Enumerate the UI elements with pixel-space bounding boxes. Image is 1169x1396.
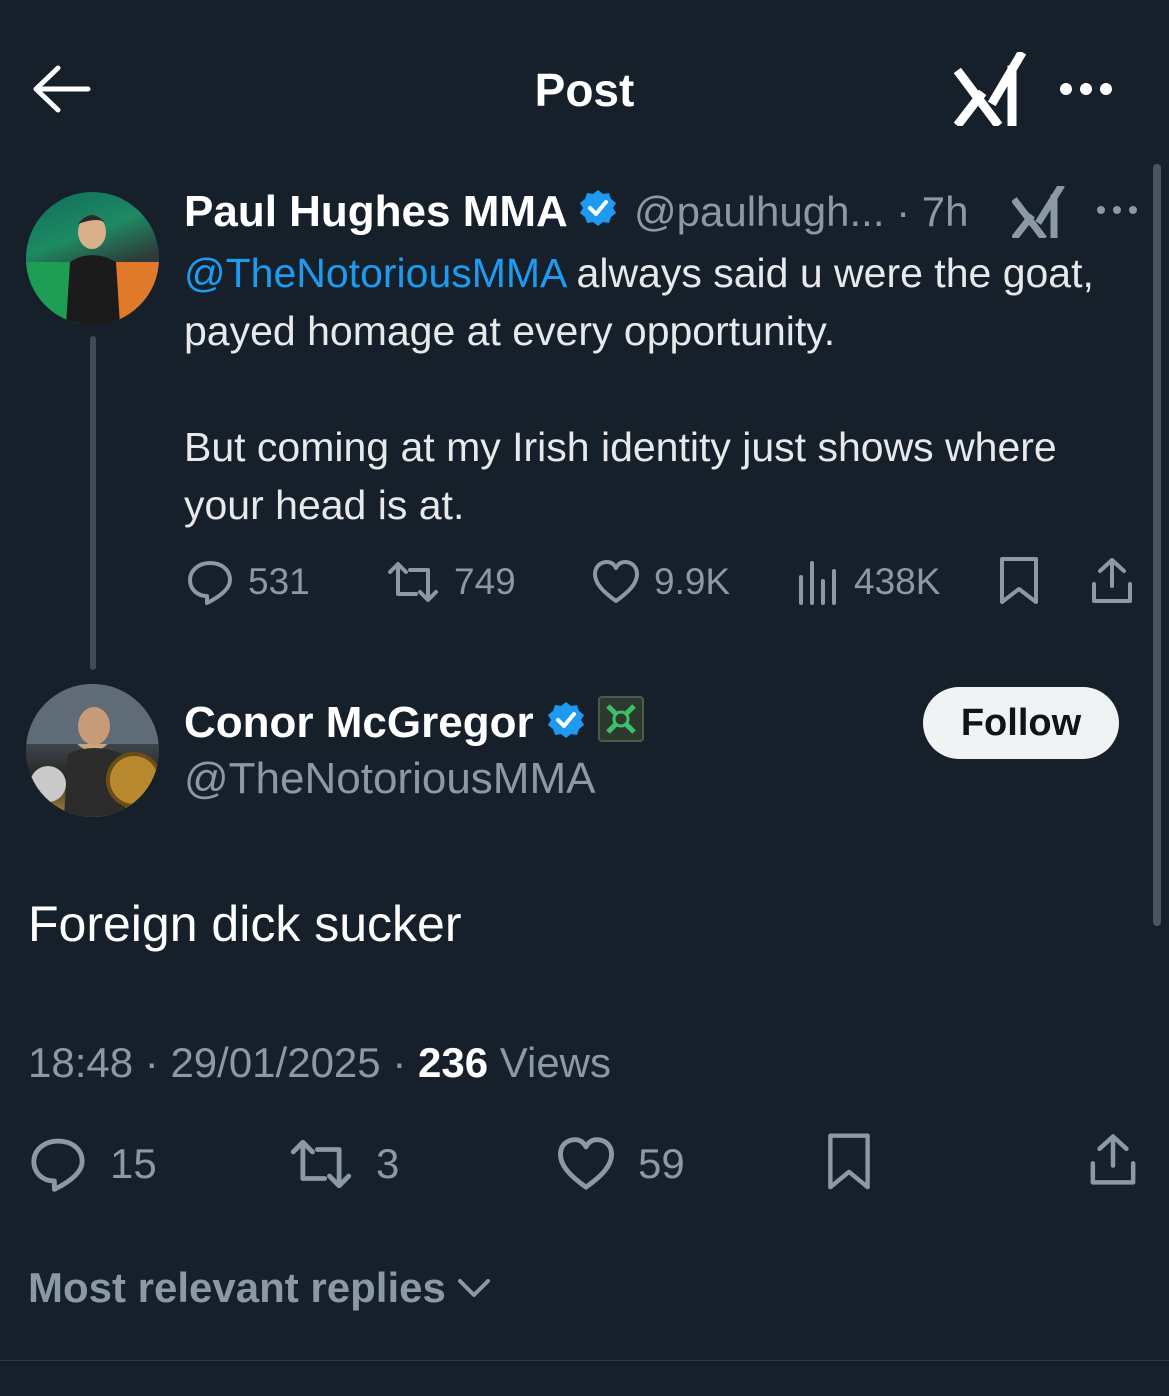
- bookmark-icon: [828, 1133, 870, 1190]
- replies-sort-label: Most relevant replies: [28, 1264, 446, 1311]
- reply-icon: [31, 1138, 85, 1192]
- parent-post-text: @TheNotoriousMMA always said u were the …: [184, 244, 1124, 534]
- main-author-name[interactable]: Conor McGregor: [184, 696, 645, 755]
- like-button[interactable]: 59: [556, 1132, 685, 1196]
- avatar-conor-mcgregor[interactable]: [26, 684, 159, 817]
- replies-sort-dropdown[interactable]: Most relevant replies: [28, 1262, 492, 1314]
- bookmark-button[interactable]: [998, 556, 1040, 608]
- grok-icon: [1011, 183, 1065, 241]
- separator: ·: [133, 1039, 171, 1086]
- grok-icon: [953, 49, 1027, 129]
- repost-count: 3: [376, 1140, 400, 1187]
- main-handle: @TheNotoriousMMA: [184, 754, 596, 803]
- avatar-image: [26, 684, 159, 817]
- follow-button[interactable]: Follow: [923, 687, 1119, 759]
- bookmark-button[interactable]: [826, 1132, 872, 1196]
- views-label[interactable]: Views: [500, 1039, 611, 1086]
- reply-count: 15: [110, 1140, 157, 1187]
- more-horizontal-icon: [1060, 83, 1112, 95]
- reply-button[interactable]: 531: [186, 556, 310, 608]
- repost-icon: [388, 562, 438, 602]
- author-name-text: Paul Hughes MMA: [184, 187, 567, 236]
- repost-button[interactable]: 749: [386, 556, 516, 608]
- grok-button[interactable]: [953, 49, 1027, 129]
- heart-icon: [558, 1137, 614, 1190]
- heart-icon: [593, 560, 639, 603]
- views-count: 236: [417, 1039, 489, 1086]
- main-post-text: Foreign dick sucker: [28, 896, 462, 952]
- share-icon: [1090, 1134, 1136, 1185]
- parent-more-button[interactable]: [1094, 198, 1140, 222]
- thread-connector: [90, 336, 96, 670]
- verified-badge-icon: [578, 188, 618, 240]
- like-count: 9.9K: [654, 561, 731, 602]
- reply-icon: [188, 561, 232, 605]
- repost-count: 749: [454, 561, 516, 602]
- more-horizontal-icon: [1097, 206, 1137, 214]
- avatar-paul-hughes[interactable]: [26, 192, 159, 325]
- reply-button[interactable]: 15: [28, 1132, 157, 1196]
- scrollbar[interactable]: [1153, 164, 1161, 926]
- views-button[interactable]: 438K: [796, 556, 940, 608]
- mention-link[interactable]: @TheNotoriousMMA: [184, 250, 565, 296]
- like-count: 59: [638, 1140, 685, 1187]
- like-button[interactable]: 9.9K: [592, 556, 730, 608]
- more-options-button[interactable]: [1056, 76, 1116, 102]
- reply-count: 531: [248, 561, 310, 602]
- bookmark-icon: [1000, 557, 1038, 604]
- share-button[interactable]: [1086, 1132, 1140, 1196]
- repost-button[interactable]: 3: [288, 1132, 399, 1196]
- share-icon: [1092, 558, 1132, 603]
- verified-badge-icon: [546, 699, 586, 753]
- divider: [0, 1360, 1169, 1361]
- chevron-down-icon: [457, 1279, 490, 1297]
- repost-icon: [290, 1139, 352, 1189]
- post-text-paragraph: But coming at my Irish identity just sho…: [184, 424, 1057, 528]
- avatar-image: [26, 215, 159, 325]
- post-date: 29/01/2025: [170, 1039, 381, 1086]
- analytics-icon: [799, 561, 836, 605]
- view-count: 438K: [854, 561, 941, 602]
- affiliate-badge-icon[interactable]: [598, 696, 645, 755]
- share-button[interactable]: [1088, 556, 1136, 608]
- author-name-text: Conor McGregor: [184, 698, 534, 748]
- parent-author-name[interactable]: Paul Hughes MMA: [184, 186, 618, 240]
- parent-handle-time: @paulhugh... · 7h: [634, 188, 969, 235]
- post-time: 18:48: [28, 1039, 134, 1086]
- separator: ·: [380, 1039, 418, 1086]
- post-metadata: 18:48 · 29/01/2025 · 236 Views: [28, 1036, 611, 1090]
- grok-explain-button[interactable]: [1011, 183, 1066, 241]
